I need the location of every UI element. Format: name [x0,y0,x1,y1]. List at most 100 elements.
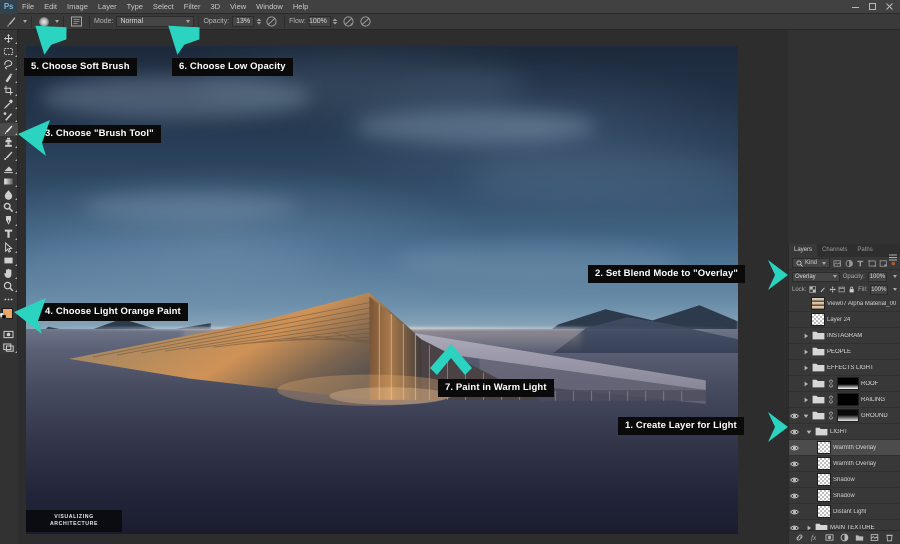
delete-layer-icon[interactable] [885,533,894,542]
adjustment-layer-icon[interactable] [840,533,849,542]
layer-visibility-toggle[interactable] [789,508,800,516]
layer-row[interactable]: RAILING [789,392,900,408]
menu-item-view[interactable]: View [225,0,251,14]
lock-transparent-icon[interactable] [809,285,816,294]
new-group-icon[interactable] [855,533,864,542]
layer-mask-icon[interactable] [825,533,834,542]
gradient-tool[interactable] [0,175,18,188]
crop-tool[interactable] [0,84,18,97]
layer-row[interactable]: Shadow [789,472,900,488]
layer-expand-toggle[interactable] [802,333,809,339]
chevron-down-icon[interactable] [893,275,897,278]
layer-row[interactable]: LIGHT [789,424,900,440]
airbrush-icon[interactable] [342,15,355,28]
tab-layers[interactable]: Layers [789,244,817,257]
dodge-tool[interactable] [0,201,18,214]
zoom-tool[interactable] [0,280,18,293]
opacity-stepper[interactable] [254,16,263,27]
minimize-icon[interactable] [851,2,860,11]
lock-image-icon[interactable] [819,285,826,294]
smartobject-filter-icon[interactable] [879,259,887,268]
opacity-input[interactable]: 13% [232,16,254,27]
maximize-icon[interactable] [868,2,877,11]
chevron-down-icon[interactable] [893,288,897,291]
layer-visibility-toggle[interactable] [789,492,800,500]
close-icon[interactable] [885,2,894,11]
default-colors-icon[interactable] [0,306,6,324]
layer-opacity-input[interactable]: 100% [868,272,887,282]
adjustment-filter-icon[interactable] [845,259,853,268]
menu-item-window[interactable]: Window [251,0,288,14]
blur-tool[interactable] [0,188,18,201]
image-canvas[interactable]: VISUALIZING ARCHITECTURE [26,46,738,534]
tab-paths[interactable]: Paths [852,244,877,257]
layer-row[interactable]: GROUND [789,408,900,424]
flow-stepper[interactable] [331,16,340,27]
new-layer-icon[interactable] [870,533,879,542]
layer-expand-toggle[interactable] [802,365,809,371]
quick-selection-tool[interactable] [0,71,18,84]
link-layers-icon[interactable] [795,533,804,542]
layer-blend-mode-select[interactable]: Overlay [792,272,840,282]
lock-artboard-icon[interactable] [838,285,845,294]
layer-row[interactable]: Distant Light [789,504,900,520]
lock-position-icon[interactable] [829,285,836,294]
history-brush-tool[interactable] [0,149,18,162]
smoothing-icon[interactable] [359,15,372,28]
menu-item-edit[interactable]: Edit [39,0,62,14]
eyedropper-tool[interactable] [0,97,18,110]
fill-input[interactable]: 100% [870,285,888,295]
menu-item-image[interactable]: Image [62,0,93,14]
lasso-tool[interactable] [0,58,18,71]
brush-tool-icon[interactable] [5,15,18,28]
layer-expand-toggle[interactable] [802,413,809,419]
menu-item-select[interactable]: Select [148,0,179,14]
lock-all-icon[interactable] [848,285,855,294]
layer-visibility-toggle[interactable] [789,476,800,484]
layer-expand-toggle[interactable] [802,349,809,355]
pen-tool[interactable] [0,214,18,227]
layer-row[interactable]: Warmth Overlay [789,440,900,456]
move-tool[interactable] [0,32,18,45]
menu-item-3d[interactable]: 3D [205,0,225,14]
type-tool[interactable] [0,227,18,240]
layer-row[interactable]: View07 Alpha Material_00 [789,296,900,312]
layer-row[interactable]: ROOF [789,376,900,392]
menu-item-type[interactable]: Type [122,0,148,14]
menu-item-help[interactable]: Help [288,0,313,14]
layer-expand-toggle[interactable] [802,381,809,387]
menu-item-file[interactable]: File [17,0,39,14]
layer-row[interactable]: INSTAGRAM [789,328,900,344]
menu-item-filter[interactable]: Filter [179,0,206,14]
eraser-tool[interactable] [0,162,18,175]
filter-toggle-icon[interactable] [890,259,897,268]
layer-row[interactable]: EFFECTS LIGHT [789,360,900,376]
layer-mask-thumbnail[interactable] [837,377,859,390]
layer-expand-toggle[interactable] [805,429,812,435]
layer-row[interactable]: Warmth Overlay [789,456,900,472]
layer-row[interactable]: MAIN TEXTURE [789,520,900,530]
clone-stamp-tool[interactable] [0,136,18,149]
mask-link-icon[interactable] [827,411,835,420]
healing-brush-tool[interactable] [0,110,18,123]
mask-link-icon[interactable] [827,379,835,388]
layer-mask-thumbnail[interactable] [837,409,859,422]
path-selection-tool[interactable] [0,241,18,254]
hand-tool[interactable] [0,267,18,280]
pressure-opacity-icon[interactable] [265,15,278,28]
brush-tool[interactable] [0,123,18,136]
brush-settings-icon[interactable] [70,15,83,28]
layer-row[interactable]: Layer 24 [789,312,900,328]
marquee-tool[interactable] [0,45,18,58]
flow-input[interactable]: 100% [309,16,331,27]
layer-row[interactable]: Shadow [789,488,900,504]
screen-mode-icon[interactable] [0,341,18,354]
layer-style-icon[interactable]: fx [810,533,819,542]
tab-channels[interactable]: Channels [817,244,852,257]
layer-expand-toggle[interactable] [802,397,809,403]
layers-list[interactable]: View07 Alpha Material_00Layer 24INSTAGRA… [789,296,900,530]
layer-visibility-toggle[interactable] [789,444,800,452]
menu-item-layer[interactable]: Layer [93,0,122,14]
type-filter-icon[interactable] [856,259,864,268]
layer-visibility-toggle[interactable] [789,460,800,468]
